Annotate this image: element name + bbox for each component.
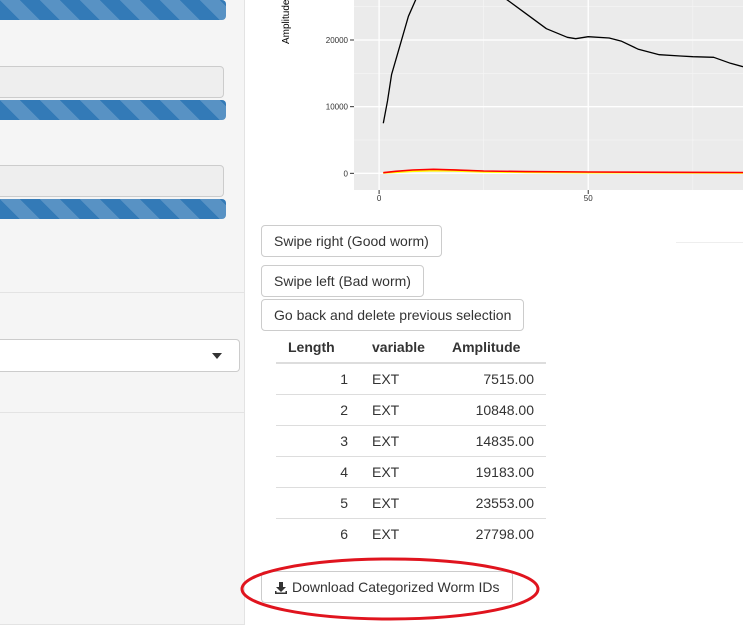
cell-variable: EXT [360,487,440,519]
progress-fill-1 [0,0,226,20]
text-input-1[interactable] [0,66,224,98]
progress-bar-3 [0,199,226,219]
progress-bar-1 [0,0,226,20]
plot-panel [354,0,743,190]
cell-amplitude: 27798.00 [440,518,546,549]
cell-variable: EXT [360,425,440,457]
swipe-right-button[interactable]: Swipe right (Good worm) [261,225,442,257]
table-row: 6 EXT 27798.00 [276,518,546,549]
column-header-length: Length [276,332,360,364]
divider [0,412,244,413]
cell-amplitude: 14835.00 [440,425,546,457]
cell-amplitude: 7515.00 [483,371,534,387]
table-row: 5 EXT 23553.00 [276,487,546,519]
go-back-button[interactable]: Go back and delete previous selection [261,299,525,331]
divider [0,292,244,293]
cell-length: 6 [276,518,360,549]
swipe-left-button[interactable]: Swipe left (Bad worm) [261,265,424,297]
cell-amplitude: 10848.00 [440,394,546,426]
y-tick-label: 20000 [326,36,349,45]
select-dropdown[interactable] [0,339,240,372]
y-tick-label: 10000 [326,103,349,112]
cell-variable: EXT [360,518,440,549]
data-table: Length variable Amplitude 1 EXT 7515.00 … [276,332,546,549]
cell-length: 4 [276,456,360,488]
progress-fill-3 [0,199,226,219]
cell-variable: EXT [372,371,400,387]
cell-length: 3 [276,425,360,457]
plot-divider [676,242,743,243]
text-input-2[interactable] [0,165,224,197]
table-row: 2 EXT 10848.00 [276,394,546,426]
progress-bar-2 [0,100,226,120]
progress-fill-2 [0,100,226,120]
table-row: 3 EXT 14835.00 [276,425,546,457]
plot-svg: 0 10000 20000 0 50 Amplitude [281,0,743,203]
cell-variable: EXT [360,456,440,488]
table-header-row: Length variable Amplitude [276,332,546,364]
table-row: 1 EXT 7515.00 [276,363,546,395]
cell-length: 5 [276,487,360,519]
cell-length: 2 [276,394,360,426]
cell-variable: EXT [360,394,440,426]
column-header-variable: variable [360,332,440,364]
column-header-amplitude: Amplitude [440,332,546,364]
x-tick-label: 50 [584,194,593,203]
cell-amplitude: 19183.00 [440,456,546,488]
cell-amplitude: 23553.00 [440,487,546,519]
amplitude-plot: 0 10000 20000 0 50 Amplitude [264,0,743,244]
sidebar-panel [0,0,245,625]
download-button-label: Download Categorized Worm IDs [292,579,500,595]
x-tick-label: 0 [377,194,382,203]
table-row: 4 EXT 19183.00 [276,456,546,488]
cell-length: 1 [340,371,348,387]
y-tick-label: 0 [344,169,349,178]
y-axis-label: Amplitude [281,0,292,44]
download-icon [275,582,287,595]
download-button[interactable]: Download Categorized Worm IDs [261,571,513,603]
chevron-down-icon [212,353,222,359]
